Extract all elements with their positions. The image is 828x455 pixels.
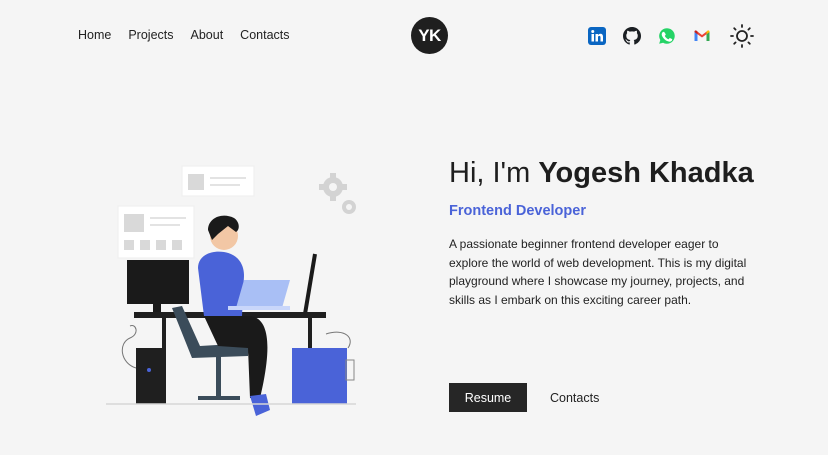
main-nav: Home Projects About Contacts (78, 28, 290, 42)
hero-actions: Resume Contacts (449, 383, 599, 412)
gmail-icon[interactable] (693, 27, 711, 45)
github-icon[interactable] (623, 27, 641, 45)
linkedin-icon[interactable] (588, 27, 606, 45)
site-logo[interactable]: YK (411, 17, 448, 54)
hero-section: Hi, I'm Yogesh Khadka Frontend Developer… (449, 152, 779, 309)
nav-projects-link[interactable]: Projects (128, 28, 173, 42)
social-links (588, 24, 754, 48)
hero-title: Hi, I'm Yogesh Khadka (449, 152, 779, 195)
nav-about-link[interactable]: About (191, 28, 224, 42)
hero-name: Yogesh Khadka (538, 157, 754, 189)
hero-description: A passionate beginner frontend developer… (449, 237, 747, 307)
resume-button[interactable]: Resume (449, 383, 527, 412)
nav-contacts-link[interactable]: Contacts (240, 28, 289, 42)
hero-role: Frontend Developer (449, 203, 586, 219)
whatsapp-icon[interactable] (658, 27, 676, 45)
hero-greeting: Hi, I'm (449, 157, 531, 189)
nav-home-link[interactable]: Home (78, 28, 111, 42)
sun-icon[interactable] (730, 24, 754, 48)
contacts-button[interactable]: Contacts (550, 391, 599, 405)
developer-illustration (100, 148, 370, 428)
